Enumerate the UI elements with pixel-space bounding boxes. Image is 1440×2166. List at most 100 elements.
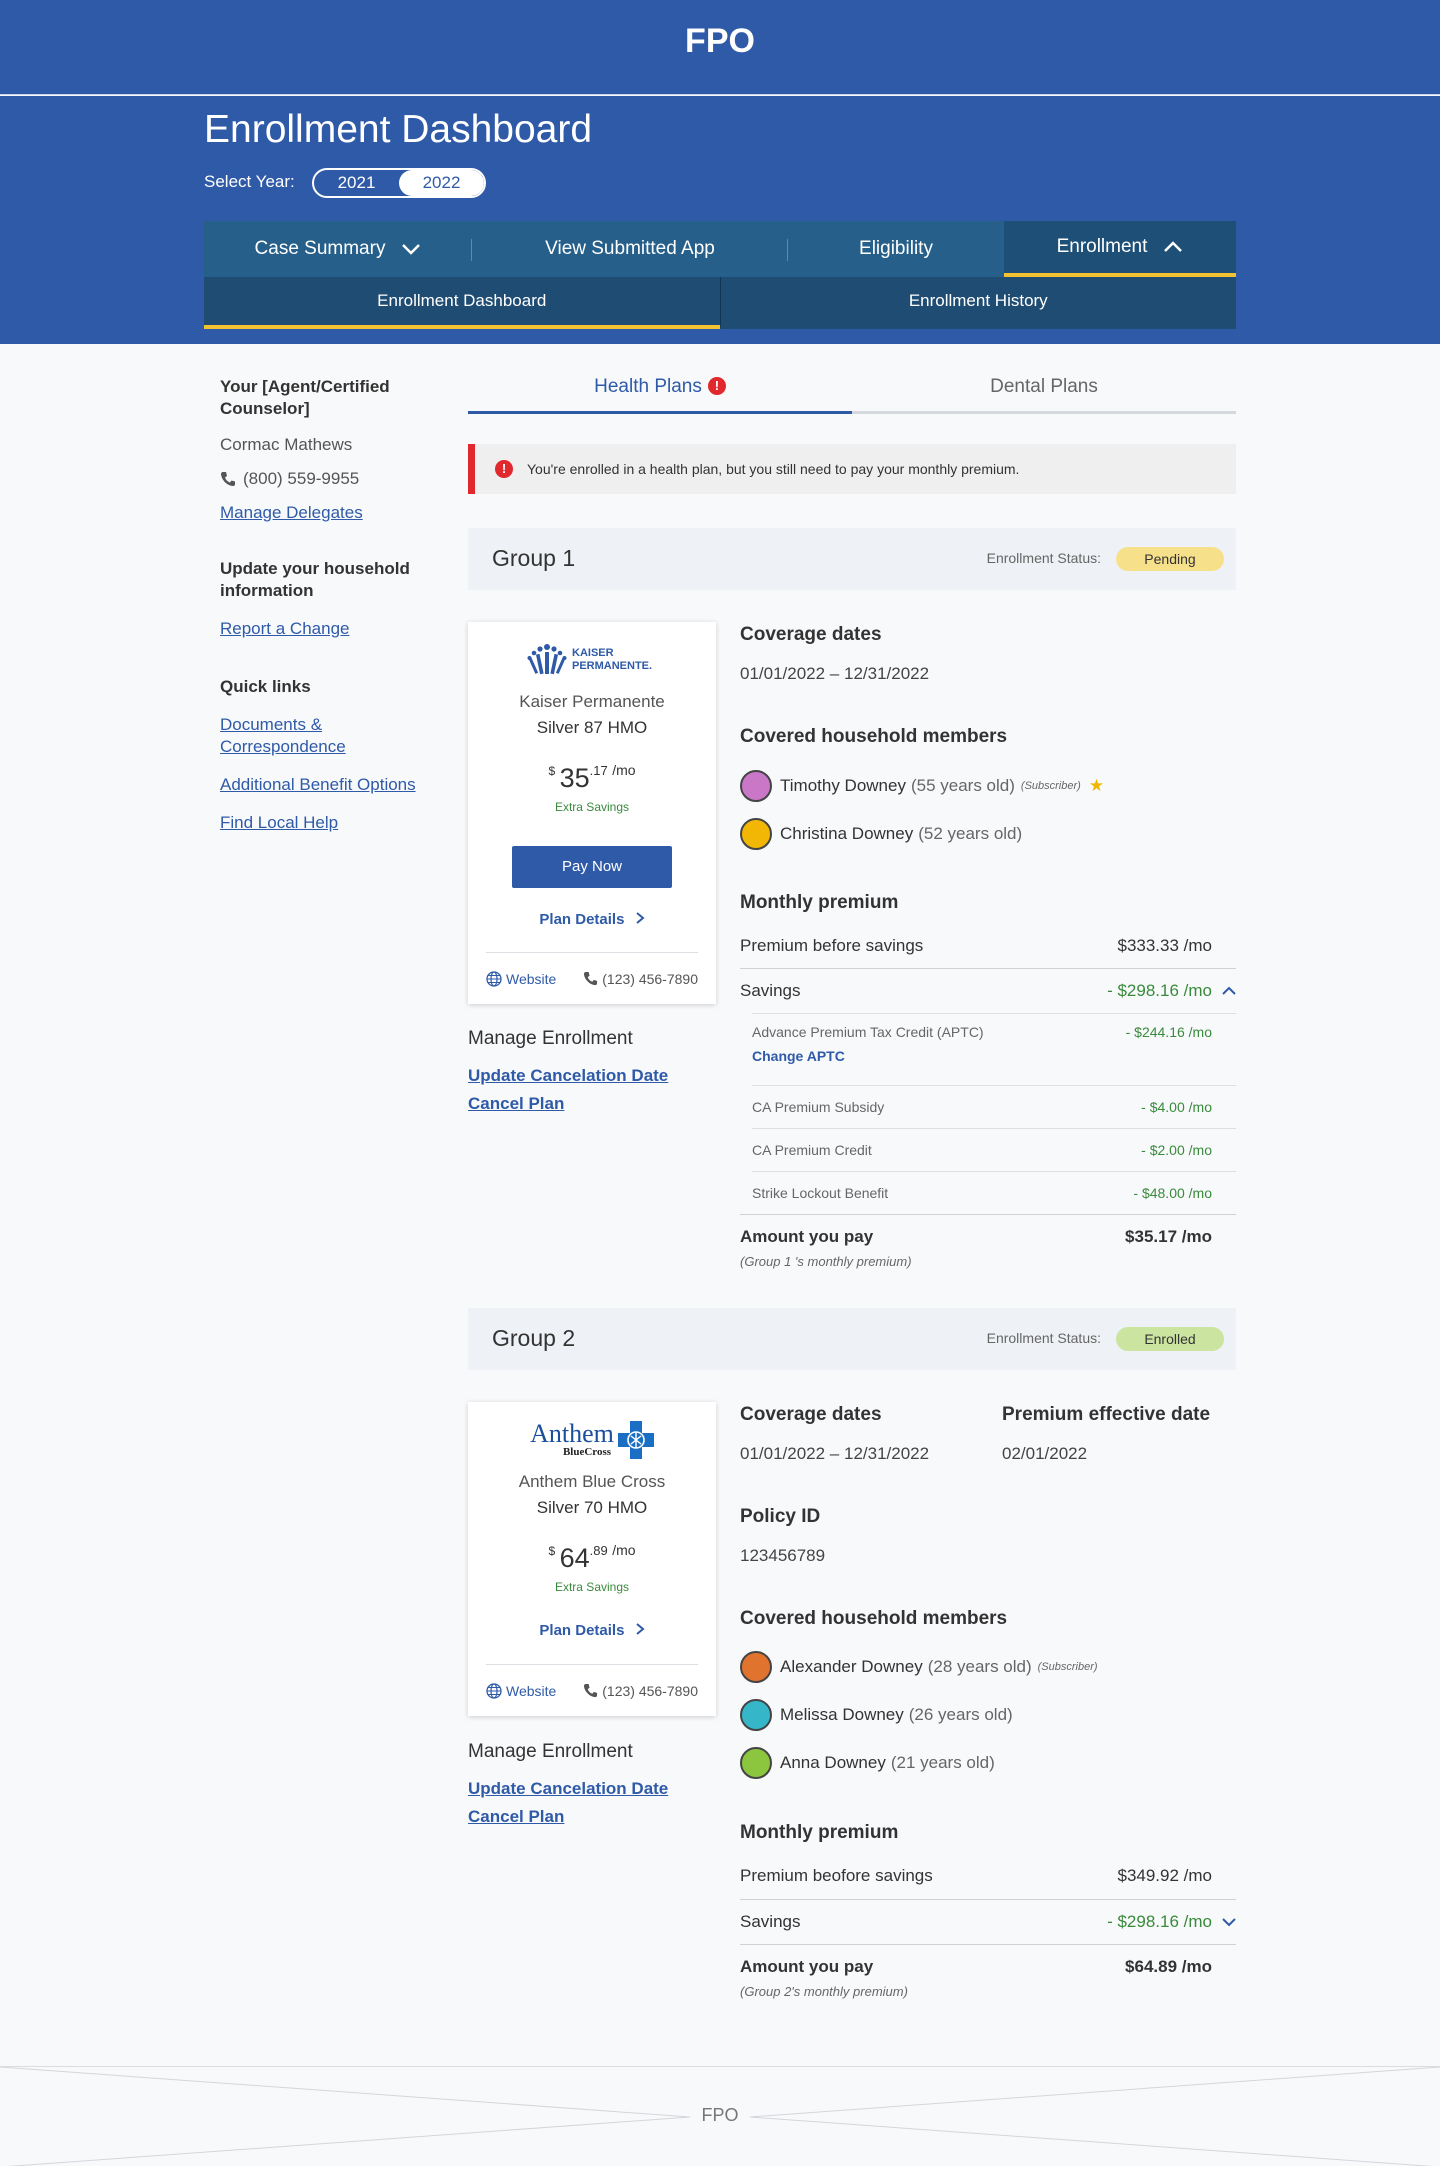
phone-text: (123) 456-7890 <box>602 970 698 987</box>
savings-total: - $298.16 /mo <box>1107 980 1212 1000</box>
carrier-phone[interactable]: (123) 456-7890 <box>583 971 698 987</box>
fpo-logo: FPO <box>685 22 755 60</box>
member-age: (52 years old) <box>918 824 1023 843</box>
savings-item-label: CA Premium Credit <box>752 1142 872 1158</box>
find-local-help-link[interactable]: Find Local Help <box>220 812 440 834</box>
coverage-heading: Coverage dates <box>740 624 882 645</box>
premium-before-value: $349.92 /mo <box>1117 1866 1212 1885</box>
main-nav: Case Summary View Submitted App Eligibil… <box>204 221 1236 277</box>
website-link[interactable]: Website <box>486 1683 556 1699</box>
pay-now-button[interactable]: Pay Now <box>512 846 672 888</box>
member-name: Alexander Downey <box>780 1657 923 1676</box>
household-member: Melissa Downey (26 years old) <box>740 1698 1013 1732</box>
anthem-logo-sub: BlueCross <box>562 1446 612 1458</box>
amount-you-pay-label: Amount you pay <box>740 1226 874 1246</box>
star-icon: ★ <box>1088 776 1105 795</box>
website-link[interactable]: Website <box>486 971 556 987</box>
phone-text: (123) 456-7890 <box>602 1682 698 1699</box>
tab-label: Case Summary <box>254 238 386 259</box>
member-age: (26 years old) <box>908 1705 1013 1724</box>
group-name: Group 1 <box>492 545 576 571</box>
group-header: Group 2 Enrollment Status: Enrolled <box>468 1308 1236 1370</box>
dashboard-header: Enrollment Dashboard Select Year: 2021 2… <box>0 96 1440 344</box>
year-option-2021[interactable]: 2021 <box>314 170 399 196</box>
tab-case-summary[interactable]: Case Summary <box>204 221 472 277</box>
year-option-2022[interactable]: 2022 <box>399 170 484 196</box>
cancel-plan-link[interactable]: Cancel Plan <box>468 1803 708 1831</box>
documents-link[interactable]: Documents & Correspondence <box>220 714 440 758</box>
carrier-name: Anthem Blue Cross <box>518 1472 666 1491</box>
price-per: /mo <box>612 762 636 778</box>
status-badge: Enrolled <box>1116 1327 1224 1351</box>
chevron-down-icon[interactable] <box>1222 1917 1236 1927</box>
price-cents: .17 <box>589 763 608 778</box>
update-cancelation-date-link[interactable]: Update Cancelation Date <box>468 1062 708 1090</box>
subtab-enrollment-history[interactable]: Enrollment History <box>719 277 1237 329</box>
globe-icon <box>486 1682 502 1699</box>
phone-icon <box>221 472 235 486</box>
plan-details-link[interactable]: Plan Details <box>468 1622 716 1639</box>
manage-heading: Manage Enrollment <box>468 1741 633 1762</box>
alert-icon: ! <box>495 460 513 478</box>
subtab-enrollment-dashboard[interactable]: Enrollment Dashboard <box>204 277 720 329</box>
globe-icon <box>486 970 502 987</box>
premium-heading: Monthly premium <box>740 1822 899 1843</box>
website-label: Website <box>506 970 557 987</box>
chevron-up-icon[interactable] <box>1222 986 1236 996</box>
sub-nav: Enrollment Dashboard Enrollment History <box>204 277 1236 329</box>
blue-cross-icon <box>617 1421 654 1459</box>
savings-label: Savings <box>740 1911 801 1931</box>
savings-item-aptc: Advance Premium Tax Credit (APTC) Change… <box>752 1013 1236 1073</box>
year-label: Select Year: <box>204 172 295 191</box>
change-aptc-link[interactable]: Change APTC <box>752 1048 984 1064</box>
coverage-dates: 01/01/2022 – 12/31/2022 <box>740 1444 930 1463</box>
report-change-link[interactable]: Report a Change <box>220 618 440 640</box>
price-whole: 35 <box>559 763 590 793</box>
savings-row[interactable]: Savings - $298.16 /mo <box>740 968 1236 1012</box>
carrier-name: Kaiser Permanente <box>519 692 665 711</box>
savings-item-value: - $244.16 /mo <box>1125 1024 1212 1040</box>
savings-item-label: Strike Lockout Benefit <box>752 1185 889 1201</box>
manage-enrollment: Manage Enrollment Update Cancelation Dat… <box>468 1028 708 1118</box>
plan-name: Silver 70 HMO <box>536 1498 648 1517</box>
update-cancelation-date-link[interactable]: Update Cancelation Date <box>468 1775 708 1803</box>
tab-enrollment[interactable]: Enrollment <box>1004 221 1236 277</box>
manage-heading: Manage Enrollment <box>468 1028 633 1049</box>
year-toggle[interactable]: 2021 2022 <box>312 168 486 198</box>
chevron-up-icon <box>1164 241 1183 252</box>
savings-item-cell: Advance Premium Tax Credit (APTC) Change… <box>752 1024 984 1064</box>
savings-item: Strike Lockout Benefit - $48.00 /mo <box>752 1171 1236 1214</box>
savings-row[interactable]: Savings - $298.16 /mo <box>740 1899 1236 1943</box>
agent-phone-text: (800) 559-9955 <box>243 469 360 488</box>
sidebar: Your [Agent/Certified Counselor] Cormac … <box>220 376 440 834</box>
amount-you-pay-note: (Group 2's monthly premium) <box>740 1984 908 1999</box>
manage-delegates-link[interactable]: Manage Delegates <box>220 502 440 524</box>
tab-view-submitted-app[interactable]: View Submitted App <box>472 221 788 277</box>
plan-details-link[interactable]: Plan Details <box>468 911 716 928</box>
plan-tabs: Health Plans! Dental Plans <box>468 372 1236 414</box>
group-name: Group 2 <box>492 1325 576 1351</box>
extra-savings-label: Extra Savings <box>554 1580 630 1594</box>
anthem-logo-wordmark: Anthem BlueCross <box>530 1421 614 1459</box>
amount-you-pay-note: (Group 1 's monthly premium) <box>740 1254 912 1269</box>
website-label: Website <box>506 1682 557 1699</box>
page-title: Enrollment Dashboard <box>204 108 593 151</box>
savings-item-value: - $2.00 /mo <box>1141 1142 1212 1158</box>
carrier-phone[interactable]: (123) 456-7890 <box>583 1683 698 1699</box>
amount-you-pay-label: Amount you pay <box>740 1956 874 1976</box>
plan-details-panel: Coverage dates 01/01/2022 – 12/31/2022 C… <box>740 622 1236 1272</box>
phone-icon <box>584 971 598 986</box>
plan-card: Anthem BlueCross Anthem Blue Cross Silve… <box>468 1402 716 1716</box>
alert-text: You're enrolled in a health plan, but yo… <box>527 461 1020 477</box>
savings-item-label: CA Premium Subsidy <box>752 1099 885 1115</box>
card-footer: Website (123) 456-7890 <box>486 1664 698 1716</box>
subscriber-tag: (Subscriber) <box>1020 780 1081 792</box>
tab-dental-plans[interactable]: Dental Plans <box>852 372 1236 414</box>
coverage-heading: Coverage dates <box>740 1404 882 1425</box>
household-member: Anna Downey (21 years old) <box>740 1746 995 1780</box>
cancel-plan-link[interactable]: Cancel Plan <box>468 1090 708 1118</box>
tab-eligibility[interactable]: Eligibility <box>788 221 1004 277</box>
additional-benefits-link[interactable]: Additional Benefit Options <box>220 774 440 796</box>
tab-health-plans[interactable]: Health Plans! <box>468 372 852 414</box>
chevron-right-icon <box>635 1623 645 1635</box>
